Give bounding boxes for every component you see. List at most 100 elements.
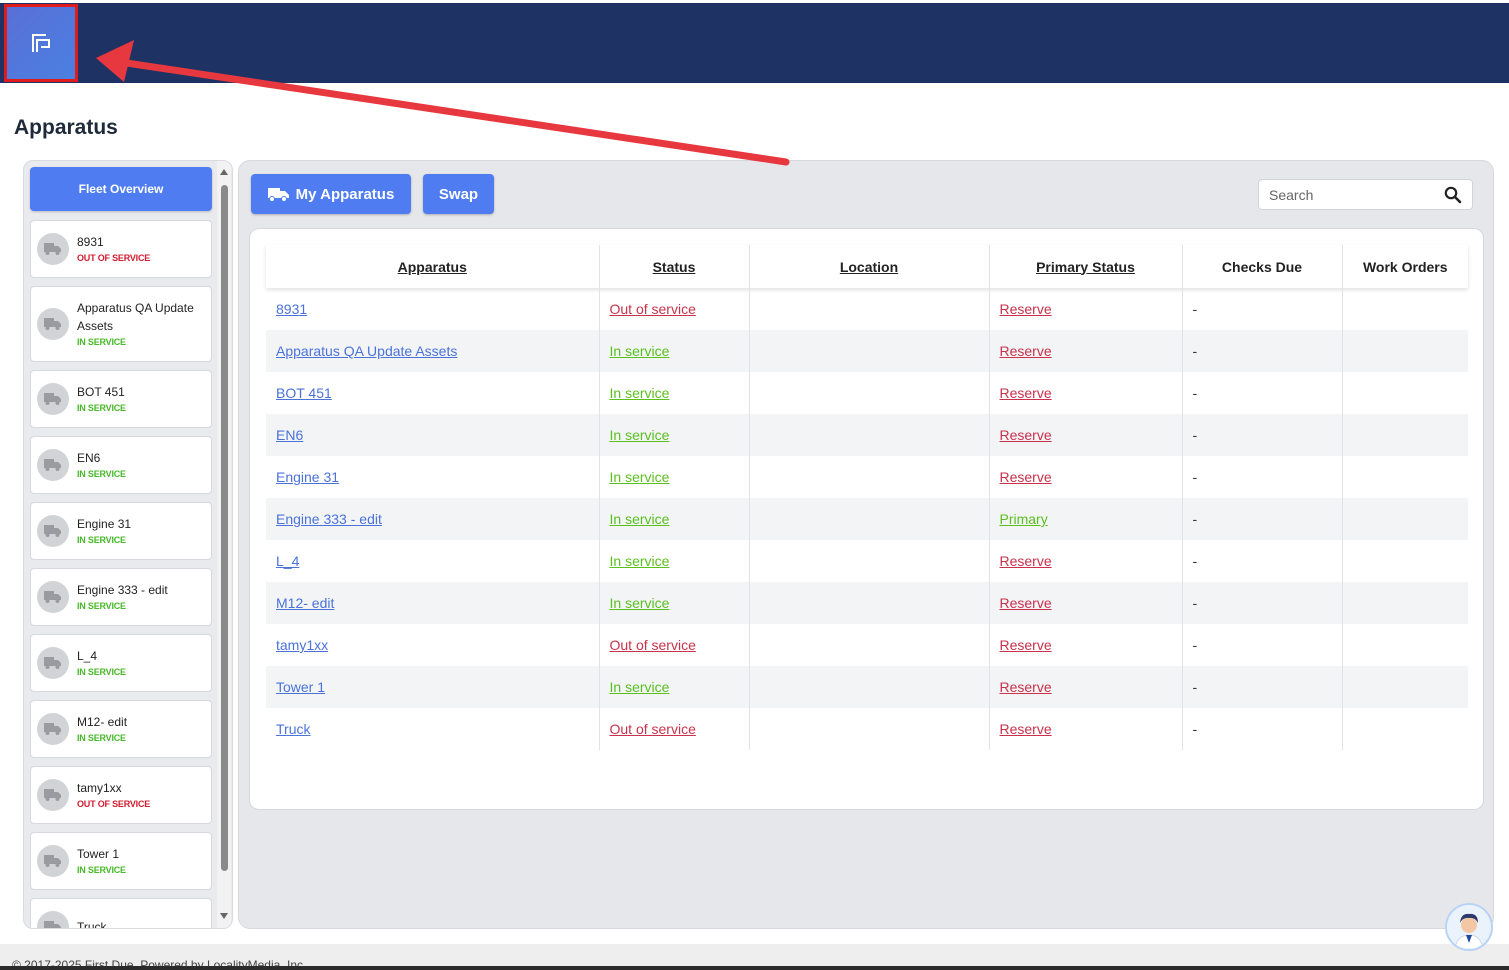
- fleet-overview-button[interactable]: Fleet Overview: [30, 167, 212, 211]
- status-link[interactable]: In service: [610, 385, 670, 401]
- sidebar-apparatus-name: 8931: [77, 235, 104, 249]
- primary-status-link[interactable]: Reserve: [1000, 637, 1052, 653]
- scroll-thumb[interactable]: [221, 185, 228, 871]
- truck-icon: [44, 591, 61, 603]
- primary-status-link[interactable]: Reserve: [1000, 427, 1052, 443]
- sidebar-apparatus-card[interactable]: tamy1xx OUT OF SERVICE: [30, 766, 212, 824]
- my-apparatus-button[interactable]: My Apparatus: [251, 174, 411, 214]
- table-row: Apparatus QA Update Assets In service Rese…: [266, 330, 1468, 372]
- sidebar-apparatus-card[interactable]: Truck: [30, 898, 212, 928]
- cell-primary-status: Reserve: [989, 288, 1183, 330]
- status-link[interactable]: In service: [610, 343, 670, 359]
- apparatus-link[interactable]: Truck: [276, 721, 310, 737]
- header-apparatus[interactable]: Apparatus: [266, 245, 600, 288]
- cell-apparatus: 8931: [266, 288, 600, 330]
- scroll-down-arrow-icon[interactable]: [220, 913, 228, 919]
- cell-status: Out of service: [599, 288, 750, 330]
- primary-status-link[interactable]: Reserve: [1000, 553, 1052, 569]
- primary-status-link[interactable]: Reserve: [1000, 385, 1052, 401]
- status-link[interactable]: Out of service: [610, 301, 696, 317]
- primary-status-link[interactable]: Reserve: [1000, 679, 1052, 695]
- status-link[interactable]: Out of service: [610, 721, 696, 737]
- primary-status-link[interactable]: Reserve: [1000, 595, 1052, 611]
- cell-status: Out of service: [599, 708, 750, 750]
- top-navbar: [0, 3, 1509, 83]
- cell-location: [749, 372, 990, 414]
- sidebar-card-text: L_4 IN SERVICE: [77, 647, 126, 679]
- sidebar-list: 8931 OUT OF SERVICE Apparatus QA Update As…: [30, 220, 212, 928]
- apparatus-avatar: [37, 308, 69, 340]
- sidebar-apparatus-card[interactable]: EN6 IN SERVICE: [30, 436, 212, 494]
- swap-button[interactable]: Swap: [423, 174, 494, 214]
- cell-checks-due: -: [1182, 456, 1343, 498]
- apparatus-avatar: [37, 515, 69, 547]
- cell-status: In service: [599, 582, 750, 624]
- apparatus-link[interactable]: Engine 31: [276, 469, 339, 485]
- cell-primary-status: Reserve: [989, 708, 1183, 750]
- search-input[interactable]: [1269, 186, 1439, 203]
- cell-checks-due: -: [1182, 624, 1343, 666]
- apparatus-link[interactable]: M12- edit: [276, 595, 334, 611]
- header-status[interactable]: Status: [599, 245, 750, 288]
- assistant-avatar-button[interactable]: [1445, 903, 1493, 951]
- primary-status-link[interactable]: Reserve: [1000, 343, 1052, 359]
- cell-primary-status: Reserve: [989, 414, 1183, 456]
- sidebar-apparatus-card[interactable]: Apparatus QA Update Assets IN SERVICE: [30, 286, 212, 362]
- apparatus-avatar: [37, 779, 69, 811]
- primary-status-link[interactable]: Reserve: [1000, 469, 1052, 485]
- search-box[interactable]: [1258, 179, 1473, 210]
- header-primary-status[interactable]: Primary Status: [989, 245, 1183, 288]
- sidebar-apparatus-card[interactable]: L_4 IN SERVICE: [30, 634, 212, 692]
- status-link[interactable]: In service: [610, 553, 670, 569]
- cell-checks-due: -: [1182, 582, 1343, 624]
- sidebar-apparatus-card[interactable]: BOT 451 IN SERVICE: [30, 370, 212, 428]
- apparatus-avatar: [37, 845, 69, 877]
- cell-location: [749, 330, 990, 372]
- sidebar-apparatus-card[interactable]: Engine 333 - edit IN SERVICE: [30, 568, 212, 626]
- sidebar-apparatus-card[interactable]: Tower 1 IN SERVICE: [30, 832, 212, 890]
- cell-status: In service: [599, 666, 750, 708]
- app-logo-button[interactable]: [4, 4, 78, 82]
- apparatus-link[interactable]: L_4: [276, 553, 299, 569]
- sidebar-apparatus-name: L_4: [77, 649, 98, 663]
- cell-location: [749, 582, 990, 624]
- sidebar-apparatus-name: Tower 1: [77, 847, 120, 861]
- cell-checks-due: -: [1182, 708, 1343, 750]
- page-title: Apparatus: [14, 116, 118, 139]
- truck-icon: [44, 393, 61, 405]
- status-link[interactable]: In service: [610, 595, 670, 611]
- apparatus-link[interactable]: tamy1xx: [276, 637, 328, 653]
- primary-status-link[interactable]: Reserve: [1000, 301, 1052, 317]
- scroll-up-arrow-icon[interactable]: [220, 169, 228, 175]
- primary-status-link[interactable]: Reserve: [1000, 721, 1052, 737]
- cell-status: In service: [599, 456, 750, 498]
- apparatus-link[interactable]: EN6: [276, 427, 303, 443]
- cell-work-orders: [1342, 708, 1468, 750]
- sidebar-apparatus-card[interactable]: 8931 OUT OF SERVICE: [30, 220, 212, 278]
- apparatus-link[interactable]: BOT 451: [276, 385, 332, 401]
- sidebar-apparatus-name: EN6: [77, 451, 101, 465]
- sidebar-apparatus-card[interactable]: M12- edit IN SERVICE: [30, 700, 212, 758]
- table-header-row: Apparatus Status Location Primary Status…: [266, 245, 1468, 288]
- sidebar-apparatus-status: OUT OF SERVICE: [77, 799, 151, 809]
- header-location[interactable]: Location: [749, 245, 990, 288]
- apparatus-link[interactable]: Engine 333 - edit: [276, 511, 382, 527]
- status-link[interactable]: In service: [610, 511, 670, 527]
- apparatus-link[interactable]: Tower 1: [276, 679, 325, 695]
- sidebar-apparatus-card[interactable]: Engine 31 IN SERVICE: [30, 502, 212, 560]
- sidebar-card-text: Truck: [77, 918, 107, 928]
- search-icon[interactable]: [1444, 186, 1462, 204]
- cell-primary-status: Reserve: [989, 624, 1183, 666]
- primary-status-link[interactable]: Primary: [1000, 511, 1048, 527]
- status-link[interactable]: Out of service: [610, 637, 696, 653]
- table-row: L_4 In service Reserve -: [266, 540, 1468, 582]
- sidebar-apparatus-status: IN SERVICE: [77, 667, 126, 677]
- sidebar-scrollbar[interactable]: [217, 161, 231, 928]
- status-link[interactable]: In service: [610, 469, 670, 485]
- cell-apparatus: Apparatus QA Update Assets: [266, 330, 600, 372]
- apparatus-link[interactable]: 8931: [276, 301, 307, 317]
- sidebar-apparatus-status: IN SERVICE: [77, 601, 126, 611]
- status-link[interactable]: In service: [610, 679, 670, 695]
- apparatus-link[interactable]: Apparatus QA Update Assets: [276, 343, 457, 359]
- status-link[interactable]: In service: [610, 427, 670, 443]
